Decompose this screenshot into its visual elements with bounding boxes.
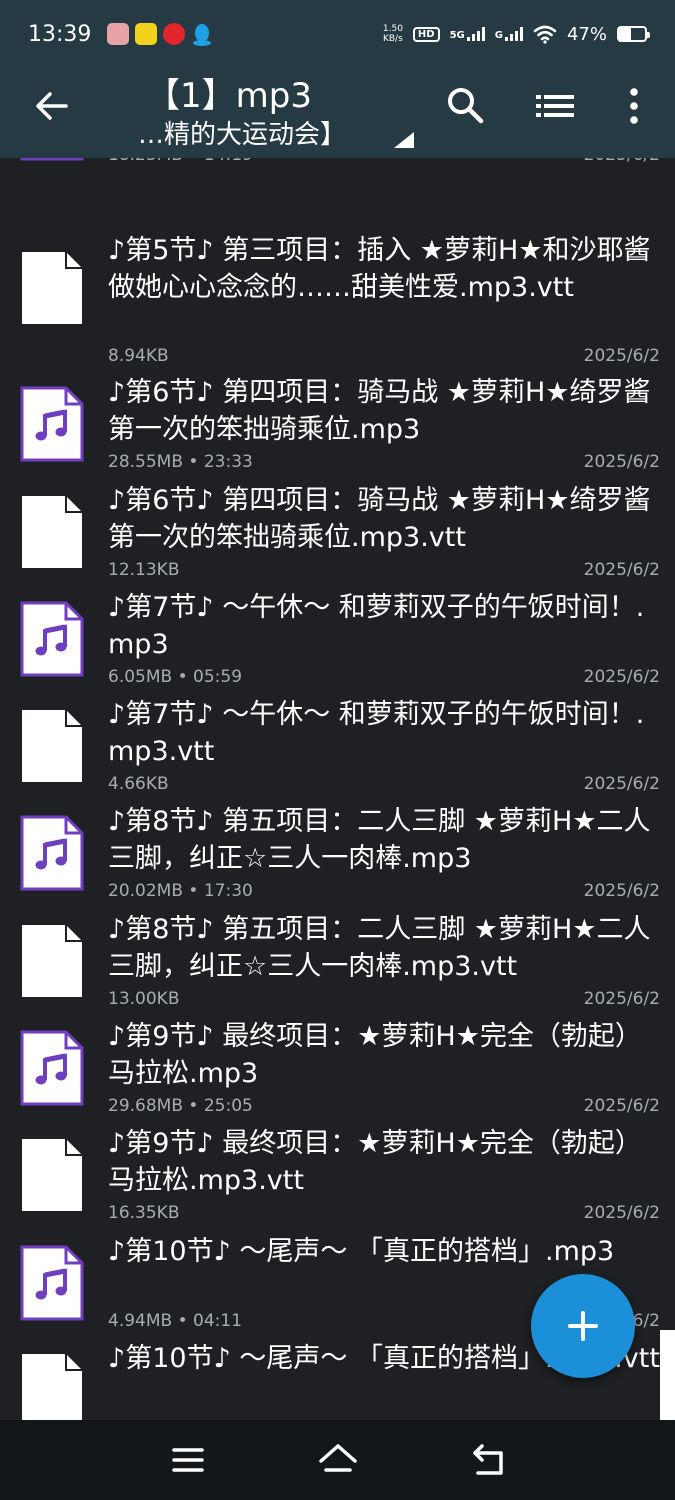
file-meta: 16.35KB xyxy=(108,1203,180,1224)
file-row[interactable]: ♪第6节♪ 第四项目：骑马战 ★萝莉H★绮罗酱第一次的笨拙骑乘位.mp3.vtt… xyxy=(0,478,660,585)
file-meta: 20.02MB • 17:30 xyxy=(108,881,253,902)
file-meta: 4.94MB • 04:11 xyxy=(108,1310,243,1331)
file-date: 2025/6/2 xyxy=(583,881,660,902)
document-file-icon xyxy=(20,494,84,570)
add-button[interactable] xyxy=(531,1274,635,1378)
status-bar: 13:39 1.50 KB/s HD 5G G 47% xyxy=(0,0,675,68)
network-speed-unit: KB/s xyxy=(382,34,403,44)
file-name: ♪第5节♪ 第三项目：插入 ★萝莉H★和沙耶酱做她心心念念的……甜美性爱.mp3… xyxy=(108,235,651,304)
sim2-label: G xyxy=(494,30,503,41)
signal-5g-icon: 5G xyxy=(450,27,485,41)
document-file-icon xyxy=(20,923,84,999)
document-file-icon xyxy=(20,1137,84,1213)
home-icon[interactable] xyxy=(316,1440,360,1480)
app-bar: 【1】mp3 …精的大运动会】 xyxy=(0,68,675,158)
audio-file-icon xyxy=(20,158,84,161)
file-row[interactable]: ♪第7节♪ ～午休～ 和萝莉双子的午饭时间！.mp3.vtt 4.66KB 2025… xyxy=(0,692,660,799)
network-speed-value: 1.50 xyxy=(382,24,403,34)
document-file-icon xyxy=(20,1352,84,1420)
qq-icon xyxy=(193,24,212,46)
menu-icon[interactable] xyxy=(168,1442,208,1478)
back-arrow-icon[interactable] xyxy=(30,84,74,128)
file-row[interactable]: ♪第6节♪ 第四项目：骑马战 ★萝莉H★绮罗酱第一次的笨拙骑乘位.mp3 28.5… xyxy=(0,370,660,477)
file-list-content: 沙耶酱做她心心念念的……甜美性爱.mp318.23MB • 14:192025/… xyxy=(0,158,660,1420)
app-notification-icon xyxy=(135,23,158,45)
battery-icon xyxy=(617,26,650,42)
audio-file-icon xyxy=(20,1245,84,1321)
file-meta: 4.66KB xyxy=(108,774,169,795)
file-name: ♪第7节♪ ～午休～ 和萝莉双子的午饭时间！.mp3 xyxy=(108,591,645,660)
file-date: 2025/6/2 xyxy=(583,774,660,795)
file-row[interactable]: ♪第8节♪ 第五项目：二人三脚 ★萝莉H★二人三脚，纠正☆三人一肉棒.mp3.v… xyxy=(0,907,660,1014)
file-date: 2025/6/2 xyxy=(583,346,660,367)
file-list[interactable]: 沙耶酱做她心心念念的……甜美性爱.mp318.23MB • 14:192025/… xyxy=(0,158,660,1420)
file-meta: 29.68MB • 25:05 xyxy=(108,1096,253,1117)
file-meta: 8.94KB xyxy=(108,346,169,367)
file-meta: 12.13KB xyxy=(108,559,180,580)
file-date: 2025/6/2 xyxy=(584,158,660,165)
list-view-icon[interactable] xyxy=(534,86,576,126)
folder-title[interactable]: 【1】mp3 xyxy=(146,68,312,117)
more-options-icon[interactable] xyxy=(620,84,648,128)
file-name: ♪第9节♪ 最终项目：★萝莉H★完全（勃起）马拉松.mp3.vtt xyxy=(108,1128,642,1197)
file-meta: 6.05MB • 05:59 xyxy=(108,666,243,687)
audio-file-icon xyxy=(20,1030,84,1106)
signal-g-icon: G xyxy=(495,27,523,41)
document-file-icon xyxy=(20,708,84,784)
battery-level xyxy=(619,28,632,40)
file-name: ♪第6节♪ 第四项目：骑马战 ★萝莉H★绮罗酱第一次的笨拙骑乘位.mp3.vtt xyxy=(108,484,651,553)
folder-subtitle[interactable]: …精的大运动会】 xyxy=(138,114,346,151)
file-name: ♪第10节♪ ～尾声～ 「真正的搭档」.mp3 xyxy=(108,1235,615,1267)
audio-file-icon xyxy=(20,386,84,462)
notification-icons xyxy=(107,22,213,46)
file-row[interactable]: ♪第5节♪ 第三项目：插入 ★萝莉H★和沙耶酱做她心心念念的……甜美性爱.mp3… xyxy=(0,228,660,370)
back-icon[interactable] xyxy=(468,1440,508,1480)
wifi-icon xyxy=(533,25,557,44)
file-date: 2025/6/2 xyxy=(583,1203,660,1224)
file-date: 2025/6/2 xyxy=(583,988,660,1009)
plus-icon xyxy=(568,1311,598,1341)
file-row[interactable]: 沙耶酱做她心心念念的……甜美性爱.mp318.23MB • 14:192025/… xyxy=(0,158,660,228)
file-name: ♪第7节♪ ～午休～ 和萝莉双子的午饭时间！.mp3.vtt xyxy=(108,699,645,768)
battery-percent: 47% xyxy=(566,23,607,45)
dropdown-triangle-icon[interactable] xyxy=(392,130,416,150)
file-name: ♪第9节♪ 最终项目：★萝莉H★完全（勃起）马拉松.mp3 xyxy=(108,1021,642,1090)
scrollbar-thumb[interactable] xyxy=(660,1330,675,1420)
network-speed: 1.50 KB/s xyxy=(383,24,403,44)
audio-file-icon xyxy=(20,815,84,891)
file-date: 2025/6/2 xyxy=(583,1096,660,1117)
navigation-bar xyxy=(0,1420,675,1500)
audio-file-icon xyxy=(20,601,84,677)
file-name: ♪第6节♪ 第四项目：骑马战 ★萝莉H★绮罗酱第一次的笨拙骑乘位.mp3 xyxy=(108,377,651,446)
file-row[interactable]: ♪第8节♪ 第五项目：二人三脚 ★萝莉H★二人三脚，纠正☆三人一肉棒.mp3 20… xyxy=(0,799,660,906)
file-name: ♪第8节♪ 第五项目：二人三脚 ★萝莉H★二人三脚，纠正☆三人一肉棒.mp3.v… xyxy=(108,913,651,982)
file-meta: 18.23MB • 14:19 xyxy=(108,158,253,165)
system-status-icons: 1.50 KB/s HD 5G G 47% xyxy=(383,23,650,45)
file-name: ♪第8节♪ 第五项目：二人三脚 ★萝莉H★二人三脚，纠正☆三人一肉棒.mp3 xyxy=(108,806,651,875)
file-row[interactable]: ♪第9节♪ 最终项目：★萝莉H★完全（勃起）马拉松.mp3 29.68MB • 2… xyxy=(0,1014,660,1121)
app-notification-icon xyxy=(107,23,130,45)
hd-voice-icon: HD xyxy=(412,26,440,42)
file-row[interactable]: ♪第7节♪ ～午休～ 和萝莉双子的午饭时间！.mp3 6.05MB • 05:59… xyxy=(0,585,660,692)
sim1-label: 5G xyxy=(449,30,465,41)
file-date: 2025/6/2 xyxy=(583,666,660,687)
search-icon[interactable] xyxy=(444,84,486,126)
file-meta: 28.55MB • 23:33 xyxy=(108,452,253,473)
file-meta: 13.00KB xyxy=(108,988,180,1009)
app-notification-icon xyxy=(163,23,186,45)
file-row[interactable]: ♪第9节♪ 最终项目：★萝莉H★完全（勃起）马拉松.mp3.vtt 16.35KB… xyxy=(0,1121,660,1228)
file-date: 2025/6/2 xyxy=(583,559,660,580)
document-file-icon xyxy=(20,250,84,326)
status-time: 13:39 xyxy=(28,21,92,47)
file-date: 2025/6/2 xyxy=(583,452,660,473)
